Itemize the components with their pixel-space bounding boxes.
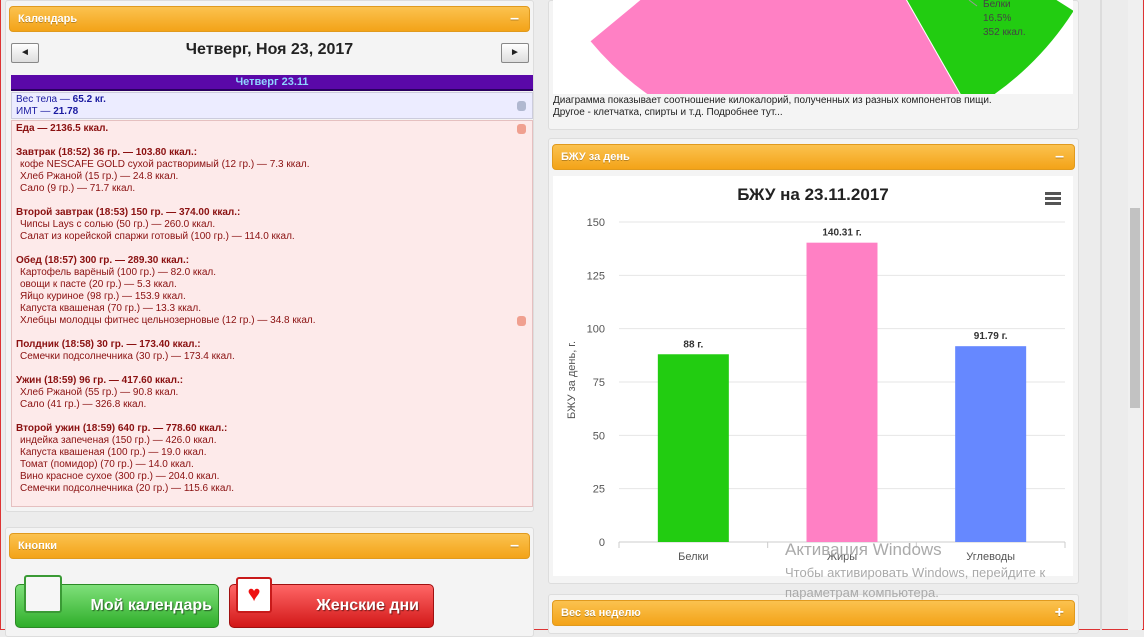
x-tick-label: Углеводы: [966, 551, 1015, 563]
chart-menu-icon[interactable]: [1045, 192, 1061, 207]
calendar-panel-header[interactable]: Календарь –: [9, 6, 530, 32]
meal-item: Хлеб Ржаной (15 гр.) — 24.8 ккал.: [20, 171, 179, 182]
my-calendar-label: Мой календарь: [90, 597, 212, 614]
x-tick-label: Белки: [678, 551, 708, 563]
meal-item: Хлеб Ржаной (55 гр.) — 90.8 ккал.: [20, 387, 179, 398]
expand-icon[interactable]: +: [1055, 604, 1064, 622]
my-calendar-button[interactable]: Мой календарь: [15, 575, 219, 628]
bju-chart-svg: БЖУ на 23.11.2017 БЖУ за день, г. 0 25 50 7…: [566, 185, 1066, 563]
womens-days-label: Женские дни: [316, 597, 419, 614]
meal-item: Сало (9 гр.) — 71.7 ккал.: [20, 183, 136, 194]
calendar-header-label: Календарь: [18, 13, 78, 25]
weight-week-header-label: Вес за неделю: [561, 607, 641, 619]
windows-activation-line2: параметрам компьютера.: [785, 585, 939, 600]
y-tick-label: 0: [599, 537, 605, 549]
bmi-value: 21.78: [53, 106, 79, 117]
calendar-panel: Календарь – ◄ Четверг, Ноя 23, 2017 ► Че…: [5, 0, 534, 512]
food-total: Еда — 2136.5 ккал.: [16, 123, 109, 134]
meal-item: Чипсы Lays с солью (50 гр.) — 260.0 ккал…: [20, 219, 216, 230]
calendar-date-title: Четверг, Ноя 23, 2017: [185, 41, 354, 58]
weight-label: Вес тела —: [16, 94, 73, 105]
collapse-icon[interactable]: –: [510, 10, 519, 28]
meal-item: Семечки подсолнечника (20 гр.) — 115.6 к…: [20, 483, 235, 494]
meal-item: Картофель варёный (100 гр.) — 82.0 ккал.: [20, 267, 217, 278]
meal-item: Сало (41 гр.) — 326.8 ккал.: [20, 399, 147, 410]
chart-title: БЖУ на 23.11.2017: [737, 185, 888, 204]
meal-item: Хлебцы молодцы фитнес цельнозерновые (12…: [20, 315, 316, 326]
bju-header-label: БЖУ за день: [561, 151, 630, 163]
windows-activation-line1: Чтобы активировать Windows, перейдите к: [785, 565, 1046, 580]
page-scrollbar[interactable]: [1128, 0, 1142, 630]
heart-calendar-icon: ♥: [236, 577, 272, 613]
meal-item: Салат из корейской спаржи готовый (100 г…: [20, 231, 295, 242]
calendar-icon: [24, 575, 62, 613]
y-tick-label: 125: [587, 270, 605, 282]
meal-list: Завтрак (18:52) 36 гр. — 103.80 ккал.: ко…: [16, 147, 528, 495]
meal-title: Второй ужин (18:59) 640 гр. — 778.60 кка…: [16, 423, 228, 434]
weight-box[interactable]: Вес тела — 65.2 кг. ИМТ — 21.78: [11, 92, 533, 119]
bar-Жиры[interactable]: [806, 242, 878, 542]
day-bar[interactable]: Четверг 23.11: [11, 75, 533, 91]
windows-activation-text: Чтобы активировать Windows, перейдите к …: [785, 563, 1045, 603]
pie-chart[interactable]: Белки 16.5% 352 ккал.: [553, 0, 1075, 151]
food-icon[interactable]: [517, 124, 526, 134]
prev-day-button[interactable]: ◄: [11, 43, 39, 63]
column-divider: [1100, 0, 1102, 630]
bju-panel-header[interactable]: БЖУ за день –: [552, 144, 1075, 170]
data-label: 91.79 г.: [974, 331, 1008, 342]
y-tick-label: 75: [593, 377, 605, 389]
buttons-panel: Кнопки – Мой календарь ♥ Женские дни: [5, 527, 534, 637]
pie-legend-kcal: 352 ккал.: [983, 27, 1026, 38]
collapse-icon[interactable]: –: [510, 537, 519, 555]
collapse-icon[interactable]: –: [1055, 148, 1064, 166]
meal-title: Ужин (18:59) 96 гр. — 417.60 ккал.:: [16, 375, 184, 386]
meal-item: овощи к пасте (20 гр.) — 5.3 ккал.: [20, 279, 177, 290]
pie-slice-fats: [589, 0, 971, 151]
meal-title: Обед (18:57) 300 гр. — 289.30 ккал.:: [16, 255, 190, 266]
y-tick-label: 25: [593, 484, 605, 496]
food-box[interactable]: Еда — 2136.5 ккал. Завтрак (18:52) 36 гр…: [11, 120, 533, 507]
weight-value: 65.2 кг.: [72, 94, 106, 105]
meal-title: Второй завтрак (18:53) 150 гр. — 374.00 …: [16, 207, 241, 218]
buttons-panel-header[interactable]: Кнопки –: [9, 533, 530, 559]
pie-legend-name: Белки: [983, 0, 1011, 10]
data-label: 140.31 г.: [822, 228, 862, 239]
y-tick-label: 50: [593, 430, 605, 442]
meal-item: Вино красное сухое (300 гр.) — 204.0 кка…: [20, 471, 220, 482]
pie-caption-line1: Диаграмма показывает соотношение килокал…: [553, 95, 992, 106]
y-tick-label: 150: [587, 217, 605, 229]
weight-week-panel-header[interactable]: Вес за неделю +: [552, 600, 1075, 626]
meal-title: Завтрак (18:52) 36 гр. — 103.80 ккал.:: [16, 147, 198, 158]
pie-caption-line2[interactable]: Другое - клетчатка, спирты и т.д. Подроб…: [553, 107, 1073, 119]
scrollbar-thumb[interactable]: [1130, 208, 1140, 408]
bju-chart: БЖУ на 23.11.2017 БЖУ за день, г. 0 25 50 7…: [553, 176, 1073, 576]
chart-y-axis-label: БЖУ за день, г.: [566, 341, 578, 419]
pie-caption: Диаграмма показывает соотношение килокал…: [553, 95, 1073, 119]
meal-title: Полдник (18:58) 30 гр. — 173.40 ккал.:: [16, 339, 201, 350]
data-label: 88 г.: [683, 339, 703, 350]
next-day-button[interactable]: ►: [501, 43, 529, 63]
windows-activation-title: Активация Windows: [785, 540, 942, 559]
meal-item: Яйцо куриное (98 гр.) — 153.9 ккал.: [20, 291, 186, 302]
trash-icon[interactable]: [517, 101, 526, 111]
bmi-label: ИМТ —: [16, 106, 54, 117]
womens-days-button[interactable]: ♥ Женские дни: [229, 577, 434, 628]
food-icon-2[interactable]: [517, 316, 526, 326]
bar-Углеводы[interactable]: [955, 346, 1027, 542]
y-tick-label: 100: [587, 324, 605, 336]
meal-item: Семечки подсолнечника (30 гр.) — 173.4 к…: [20, 351, 235, 362]
bar-Белки[interactable]: [657, 354, 729, 542]
meal-item: индейка запеченая (150 гр.) — 426.0 ккал…: [20, 435, 217, 446]
meal-item: кофе NESCAFE GOLD сухой растворимый (12 …: [20, 159, 310, 170]
buttons-header-label: Кнопки: [18, 540, 57, 552]
meal-item: Капуста квашеная (100 гр.) — 19.0 ккал.: [20, 447, 207, 458]
pie-legend-percent: 16.5%: [983, 13, 1012, 24]
meal-item: Капуста квашеная (70 гр.) — 13.3 ккал.: [20, 303, 201, 314]
meal-item: Томат (помидор) (70 гр.) — 14.0 ккал.: [20, 459, 194, 470]
